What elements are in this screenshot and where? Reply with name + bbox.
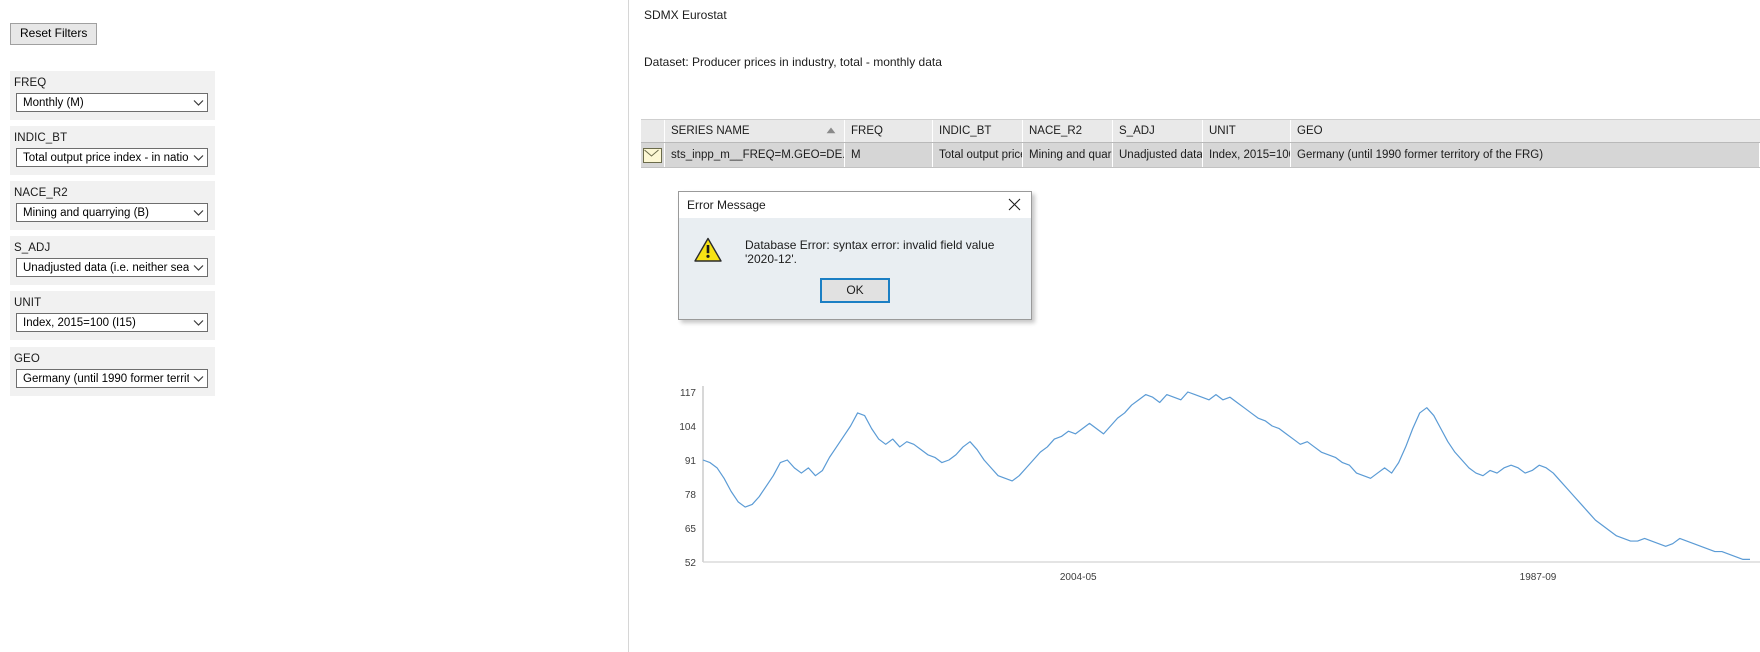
filter-group-freq: FREQ Monthly (M)	[10, 71, 215, 120]
filter-label-indic-bt: INDIC_BT	[14, 132, 215, 144]
table-header-nace-r2[interactable]: NACE_R2	[1023, 120, 1113, 142]
filter-group-unit: UNIT Index, 2015=100 (I15)	[10, 291, 215, 340]
chevron-down-icon	[189, 375, 207, 383]
dialog-titlebar: Error Message	[679, 192, 1031, 218]
svg-text:117: 117	[680, 388, 696, 399]
cell-series-name: sts_inpp_m__FREQ=M.GEO=DE.INDI...	[665, 143, 845, 167]
dialog-body: Database Error: syntax error: invalid fi…	[679, 218, 1031, 278]
cell-s-adj: Unadjusted data ...	[1113, 143, 1203, 167]
svg-text:1987-09: 1987-09	[1520, 572, 1557, 583]
filter-label-geo: GEO	[14, 353, 215, 365]
reset-filters-button[interactable]: Reset Filters	[10, 23, 97, 45]
filter-label-nace-r2: NACE_R2	[14, 187, 215, 199]
series-table: SERIES NAME FREQ INDIC_BT NACE_R2 S_ADJ …	[641, 119, 1760, 168]
svg-text:65: 65	[685, 524, 697, 535]
filter-sidebar: Reset Filters FREQ Monthly (M) INDIC_BT …	[0, 0, 629, 652]
svg-text:91: 91	[685, 456, 697, 467]
filter-value-indic-bt: Total output price index - in nation	[17, 152, 189, 164]
filter-select-indic-bt[interactable]: Total output price index - in nation	[16, 148, 208, 167]
filter-group-s-adj: S_ADJ Unadjusted data (i.e. neither seas…	[10, 236, 215, 285]
filter-select-s-adj[interactable]: Unadjusted data (i.e. neither seaso	[16, 258, 208, 277]
table-header-s-adj[interactable]: S_ADJ	[1113, 120, 1203, 142]
close-icon[interactable]	[997, 192, 1031, 217]
table-header-indic-bt[interactable]: INDIC_BT	[933, 120, 1023, 142]
table-header-series-name[interactable]: SERIES NAME	[665, 120, 845, 142]
filter-value-unit: Index, 2015=100 (I15)	[17, 317, 189, 329]
filter-value-freq: Monthly (M)	[17, 97, 189, 109]
filter-select-unit[interactable]: Index, 2015=100 (I15)	[16, 313, 208, 332]
filter-label-s-adj: S_ADJ	[14, 242, 215, 254]
filter-value-nace-r2: Mining and quarrying (B)	[17, 207, 189, 219]
cell-nace-r2: Mining and quarr...	[1023, 143, 1113, 167]
table-header-series-name-label: SERIES NAME	[671, 125, 750, 137]
app-title: SDMX Eurostat	[644, 8, 727, 22]
cell-geo: Germany (until 1990 former territory of …	[1291, 143, 1760, 167]
table-header-geo[interactable]: GEO	[1291, 120, 1760, 142]
series-chart: 52 65 78 91 104 117 2004-05 1987-09	[641, 330, 1760, 652]
cell-freq: M	[845, 143, 933, 167]
chevron-down-icon	[189, 209, 207, 217]
chevron-down-icon	[189, 154, 207, 162]
warning-triangle-icon	[693, 236, 727, 268]
table-row[interactable]: sts_inpp_m__FREQ=M.GEO=DE.INDI... M Tota…	[641, 143, 1760, 168]
chevron-down-icon	[189, 264, 207, 272]
table-header-freq[interactable]: FREQ	[845, 120, 933, 142]
filter-value-s-adj: Unadjusted data (i.e. neither seaso	[17, 262, 189, 274]
series-chart-icon-cell[interactable]	[641, 143, 665, 167]
svg-text:78: 78	[685, 490, 697, 501]
cell-unit: Index, 2015=100	[1203, 143, 1291, 167]
filter-select-freq[interactable]: Monthly (M)	[16, 93, 208, 112]
svg-text:2004-05: 2004-05	[1060, 572, 1097, 583]
filter-value-geo: Germany (until 1990 former territo	[17, 373, 189, 385]
filter-group-indic-bt: INDIC_BT Total output price index - in n…	[10, 126, 215, 175]
cell-indic-bt: Total output price...	[933, 143, 1023, 167]
filter-label-freq: FREQ	[14, 77, 215, 89]
application-window: Reset Filters FREQ Monthly (M) INDIC_BT …	[0, 0, 1760, 652]
table-header-unit[interactable]: UNIT	[1203, 120, 1291, 142]
filter-select-nace-r2[interactable]: Mining and quarrying (B)	[16, 203, 208, 222]
dialog-message: Database Error: syntax error: invalid fi…	[727, 238, 1017, 266]
chevron-down-icon	[189, 99, 207, 107]
filter-group-nace-r2: NACE_R2 Mining and quarrying (B)	[10, 181, 215, 230]
content-pane: SDMX Eurostat Dataset: Producer prices i…	[630, 0, 1760, 652]
series-chart-svg: 52 65 78 91 104 117 2004-05 1987-09	[641, 330, 1760, 652]
sort-ascending-icon	[826, 125, 836, 137]
dialog-footer: OK	[679, 278, 1031, 319]
dataset-label: Dataset: Producer prices in industry, to…	[644, 55, 942, 69]
svg-text:104: 104	[679, 422, 696, 433]
ok-button[interactable]: OK	[820, 278, 890, 303]
chevron-down-icon	[189, 319, 207, 327]
error-dialog: Error Message Database Error: syntax err…	[678, 191, 1032, 320]
table-header-icon[interactable]	[641, 120, 665, 142]
series-chart-icon	[643, 148, 662, 163]
svg-text:52: 52	[685, 558, 697, 569]
filter-select-geo[interactable]: Germany (until 1990 former territo	[16, 369, 208, 388]
filter-group-geo: GEO Germany (until 1990 former territo	[10, 347, 215, 396]
table-header-row: SERIES NAME FREQ INDIC_BT NACE_R2 S_ADJ …	[641, 119, 1760, 143]
dialog-title: Error Message	[687, 198, 766, 212]
filter-label-unit: UNIT	[14, 297, 215, 309]
